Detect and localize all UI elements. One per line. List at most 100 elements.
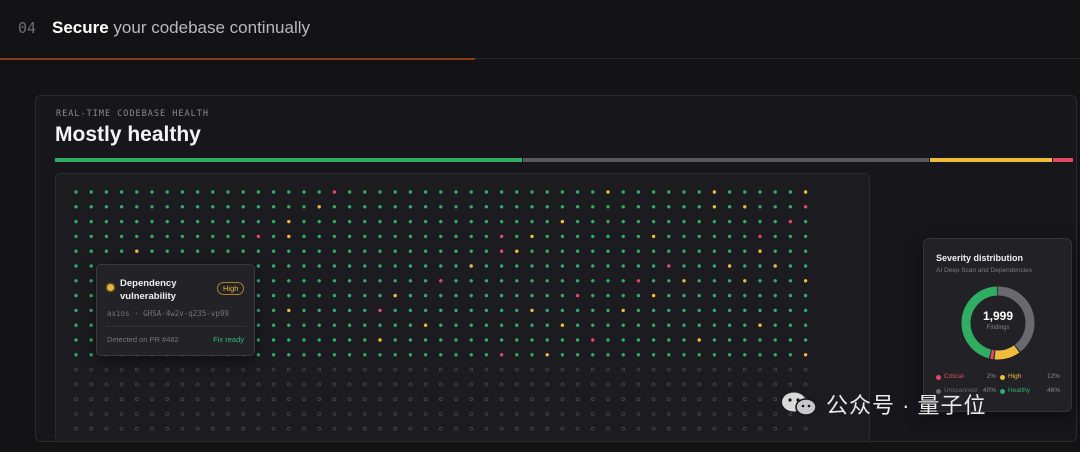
file-dot-high[interactable] xyxy=(560,219,565,224)
file-dot-healthy[interactable] xyxy=(363,308,367,313)
file-dot-unscanned[interactable] xyxy=(666,412,671,416)
file-dot-healthy[interactable] xyxy=(89,353,93,357)
file-dot-healthy[interactable] xyxy=(651,353,656,357)
file-dot-healthy[interactable] xyxy=(332,234,337,239)
file-dot-unscanned[interactable] xyxy=(241,426,246,431)
file-dot-healthy[interactable] xyxy=(317,264,321,268)
file-dot-unscanned[interactable] xyxy=(165,367,170,372)
file-dot-healthy[interactable] xyxy=(636,264,641,268)
file-dot-healthy[interactable] xyxy=(363,264,367,268)
file-dot-critical[interactable] xyxy=(788,219,793,224)
file-dot-healthy[interactable] xyxy=(530,249,534,253)
file-dot-healthy[interactable] xyxy=(484,308,489,313)
file-dot-unscanned[interactable] xyxy=(134,426,139,431)
file-dot-healthy[interactable] xyxy=(712,249,717,253)
file-dot-unscanned[interactable] xyxy=(651,367,656,372)
file-dot-healthy[interactable] xyxy=(606,293,610,298)
file-dot-healthy[interactable] xyxy=(667,219,671,224)
file-dot-healthy[interactable] xyxy=(256,279,261,283)
file-dot-unscanned[interactable] xyxy=(180,412,185,416)
file-dot-unscanned[interactable] xyxy=(727,367,732,372)
file-dot-healthy[interactable] xyxy=(530,338,534,342)
file-dot-healthy[interactable] xyxy=(743,219,747,224)
file-dot-healthy[interactable] xyxy=(256,190,261,194)
file-dot-healthy[interactable] xyxy=(530,293,534,298)
file-dot-high[interactable] xyxy=(651,293,656,298)
file-dot-healthy[interactable] xyxy=(89,323,93,327)
file-dot-healthy[interactable] xyxy=(803,234,808,239)
file-dot-healthy[interactable] xyxy=(89,338,93,342)
file-dot-unscanned[interactable] xyxy=(651,397,656,402)
file-dot-unscanned[interactable] xyxy=(606,412,610,416)
file-dot-healthy[interactable] xyxy=(530,323,534,327)
file-dot-healthy[interactable] xyxy=(560,205,565,209)
file-dot-healthy[interactable] xyxy=(423,234,428,239)
file-dot-healthy[interactable] xyxy=(408,293,413,298)
file-dot-unscanned[interactable] xyxy=(590,367,595,372)
file-dot-healthy[interactable] xyxy=(271,323,276,327)
file-dot-healthy[interactable] xyxy=(469,293,473,298)
file-dot-unscanned[interactable] xyxy=(119,412,124,416)
file-dot-healthy[interactable] xyxy=(697,249,701,253)
file-dot-unscanned[interactable] xyxy=(606,426,610,431)
file-dot-critical[interactable] xyxy=(636,279,641,283)
file-dot-healthy[interactable] xyxy=(773,234,777,239)
file-dot-healthy[interactable] xyxy=(135,234,139,239)
file-dot-healthy[interactable] xyxy=(621,264,625,268)
file-dot-high[interactable] xyxy=(743,279,747,283)
file-dot-healthy[interactable] xyxy=(317,249,321,253)
file-dot-unscanned[interactable] xyxy=(454,426,458,431)
file-dot-healthy[interactable] xyxy=(545,190,549,194)
file-dot-healthy[interactable] xyxy=(423,264,428,268)
file-dot-healthy[interactable] xyxy=(575,308,580,313)
file-dot-unscanned[interactable] xyxy=(621,367,626,372)
file-dot-unscanned[interactable] xyxy=(788,367,793,372)
file-dot-healthy[interactable] xyxy=(545,219,549,224)
file-dot-unscanned[interactable] xyxy=(347,397,352,402)
file-dot-healthy[interactable] xyxy=(621,234,625,239)
file-dot-high[interactable] xyxy=(530,308,534,313)
file-dot-unscanned[interactable] xyxy=(226,382,230,387)
file-dot-healthy[interactable] xyxy=(515,323,519,327)
file-dot-high[interactable] xyxy=(743,205,747,209)
file-dot-healthy[interactable] xyxy=(226,234,230,239)
file-dot-healthy[interactable] xyxy=(119,234,124,239)
file-dot-healthy[interactable] xyxy=(150,205,154,209)
file-dot-unscanned[interactable] xyxy=(560,382,565,387)
file-dot-healthy[interactable] xyxy=(408,279,413,283)
file-dot-healthy[interactable] xyxy=(484,323,489,327)
file-dot-healthy[interactable] xyxy=(393,249,397,253)
file-dot-healthy[interactable] xyxy=(773,219,777,224)
file-dot-high[interactable] xyxy=(712,205,717,209)
file-dot-healthy[interactable] xyxy=(758,279,762,283)
file-dot-healthy[interactable] xyxy=(788,190,793,194)
file-dot-unscanned[interactable] xyxy=(469,367,474,372)
file-dot-healthy[interactable] xyxy=(347,293,352,298)
file-dot-unscanned[interactable] xyxy=(636,397,641,402)
file-dot-healthy[interactable] xyxy=(332,249,337,253)
file-dot-healthy[interactable] xyxy=(363,205,367,209)
file-dot-healthy[interactable] xyxy=(758,338,762,342)
file-dot-healthy[interactable] xyxy=(727,323,732,327)
file-dot-healthy[interactable] xyxy=(773,249,777,253)
file-dot-healthy[interactable] xyxy=(484,279,489,283)
file-dot-healthy[interactable] xyxy=(317,323,321,327)
file-dot-unscanned[interactable] xyxy=(104,397,109,402)
file-dot-healthy[interactable] xyxy=(788,264,793,268)
file-dot-healthy[interactable] xyxy=(423,308,428,313)
file-dot-healthy[interactable] xyxy=(256,338,261,342)
file-dot-high[interactable] xyxy=(515,249,519,253)
file-dot-healthy[interactable] xyxy=(727,338,732,342)
file-dot-healthy[interactable] xyxy=(211,249,215,253)
file-dot-high[interactable] xyxy=(773,264,777,268)
file-dot-unscanned[interactable] xyxy=(803,382,808,387)
file-dot-healthy[interactable] xyxy=(758,353,762,357)
file-dot-healthy[interactable] xyxy=(682,205,686,209)
file-dot-healthy[interactable] xyxy=(788,293,793,298)
file-dot-healthy[interactable] xyxy=(89,279,93,283)
file-dot-healthy[interactable] xyxy=(712,264,717,268)
file-dot-high[interactable] xyxy=(560,323,565,327)
file-dot-healthy[interactable] xyxy=(530,353,534,357)
file-dot-unscanned[interactable] xyxy=(712,426,717,431)
file-dot-healthy[interactable] xyxy=(393,234,397,239)
